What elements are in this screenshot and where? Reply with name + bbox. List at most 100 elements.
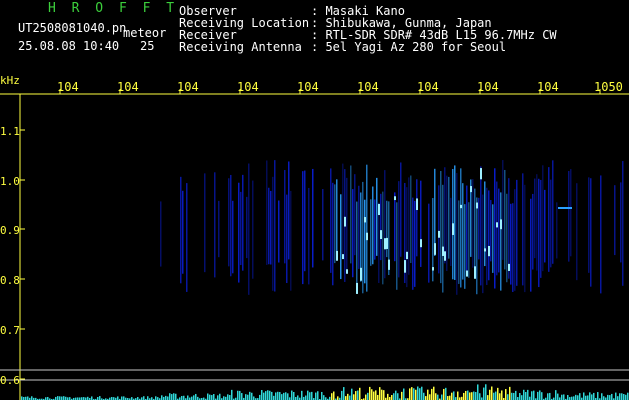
amplitude-bar <box>343 387 345 400</box>
signal-streak <box>274 160 276 292</box>
signal-streak <box>620 182 622 263</box>
amplitude-bar <box>279 392 281 400</box>
signal-streak <box>540 179 542 278</box>
signal-streak <box>428 203 430 283</box>
signal-streak <box>490 200 492 262</box>
amplitude-bar <box>267 390 269 400</box>
amplitude-strip <box>21 384 629 400</box>
amplitude-bar <box>505 389 507 400</box>
amplitude-bar <box>273 395 275 400</box>
signal-peak <box>452 223 454 235</box>
signal-streak <box>288 161 290 260</box>
signal-streak <box>394 192 396 262</box>
amplitude-bar <box>449 395 451 400</box>
amplitude-bar <box>333 391 335 400</box>
amplitude-bar <box>587 395 589 400</box>
signal-streak <box>286 194 288 284</box>
signal-streak <box>512 203 514 292</box>
detection-count: 25 <box>140 39 155 53</box>
x-tick-label: 104 <box>297 80 319 94</box>
signal-streak <box>568 170 570 262</box>
amplitude-bar <box>147 396 149 400</box>
amplitude-bar <box>57 396 59 400</box>
signal-streak <box>230 174 232 277</box>
signal-streak <box>500 192 502 291</box>
signal-streak <box>462 183 464 280</box>
amplitude-bar <box>321 391 323 400</box>
amplitude-bar <box>91 396 93 400</box>
signal-streak <box>186 183 188 292</box>
signal-peak <box>420 239 422 248</box>
signal-streak <box>484 181 486 267</box>
amplitude-bar <box>393 393 395 400</box>
amplitude-bar <box>63 396 65 400</box>
amplitude-bar <box>579 393 581 400</box>
signal-streak <box>376 177 378 256</box>
amplitude-bar <box>443 388 445 400</box>
amplitude-bar <box>261 390 263 400</box>
file-name: UT2508081040.pn <box>18 21 127 35</box>
amplitude-bar <box>597 392 599 400</box>
amplitude-bar <box>183 395 185 400</box>
signal-streak <box>438 185 440 274</box>
signal-streak <box>238 182 240 283</box>
x-tick-label: 104 <box>57 80 79 94</box>
amplitude-bar <box>539 390 541 400</box>
amplitude-bar <box>193 395 195 400</box>
signal-streak <box>372 186 374 265</box>
amplitude-bar <box>307 390 309 400</box>
amplitude-bar <box>397 393 399 400</box>
amplitude-bar <box>371 389 373 400</box>
amplitude-bar <box>489 389 491 400</box>
amplitude-bar <box>293 392 295 400</box>
signal-streak <box>266 160 268 265</box>
amplitude-bar <box>547 393 549 400</box>
signal-streak <box>548 167 550 272</box>
amplitude-bar <box>487 395 489 400</box>
amplitude-bar <box>423 392 425 400</box>
amplitude-bar <box>401 391 403 400</box>
signal-streak <box>448 176 450 259</box>
signal-streak <box>362 181 364 294</box>
signal-peak <box>484 248 486 252</box>
signal-streak <box>412 197 414 290</box>
amplitude-bar <box>271 391 273 400</box>
amplitude-bar <box>229 395 231 400</box>
app-title: H R O F F T <box>48 1 179 16</box>
signal-streak <box>290 190 292 291</box>
signal-streak <box>506 193 508 283</box>
amplitude-bar <box>583 392 585 400</box>
amplitude-bar <box>589 392 591 400</box>
signal-streak <box>400 162 402 257</box>
amplitude-bar <box>557 393 559 400</box>
signal-streak <box>510 203 512 285</box>
amplitude-bar <box>495 391 497 400</box>
signal-streak <box>576 183 578 281</box>
signal-peak <box>342 254 344 260</box>
signal-peak <box>444 251 446 261</box>
signal-peak <box>508 263 510 271</box>
signal-streak <box>460 168 462 288</box>
signal-peak <box>406 251 408 260</box>
amplitude-bar <box>187 395 189 400</box>
amplitude-bar <box>471 392 473 400</box>
amplitude-bar <box>497 387 499 400</box>
signal-peak <box>388 259 390 270</box>
signal-peak <box>384 238 386 250</box>
y-tick-label: 0.9 <box>0 224 20 237</box>
amplitude-bar <box>31 396 33 400</box>
amplitude-bar <box>447 396 449 400</box>
amplitude-bar <box>353 394 355 400</box>
amplitude-bar <box>473 391 475 400</box>
y-tick-label: 1.1 <box>0 125 20 138</box>
signal-streak <box>242 174 244 271</box>
amplitude-bar <box>283 392 285 400</box>
amplitude-bar <box>617 396 619 400</box>
amplitude-bar <box>161 395 163 400</box>
amplitude-bar <box>615 392 617 400</box>
amplitude-bar <box>607 394 609 400</box>
amplitude-bar <box>249 391 251 400</box>
amplitude-bar <box>259 394 261 400</box>
amplitude-bar <box>477 384 479 400</box>
signal-peak <box>366 232 368 241</box>
